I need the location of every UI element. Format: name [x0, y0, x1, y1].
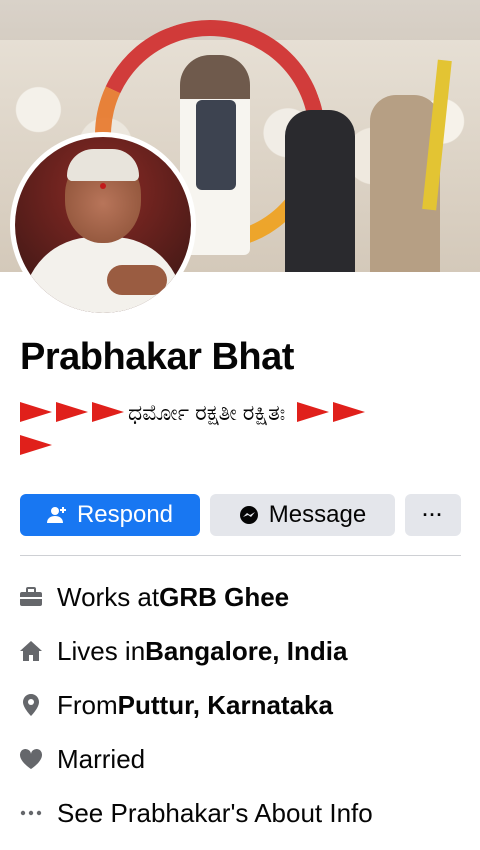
message-label: Message: [268, 501, 367, 528]
location-pin-icon: [18, 693, 44, 717]
flag-icon: [333, 402, 366, 422]
divider: [20, 555, 461, 556]
detail-lives-prefix: Lives in: [57, 635, 146, 666]
message-button[interactable]: Message: [210, 494, 395, 536]
more-options-button[interactable]: ···: [405, 494, 461, 536]
messenger-icon: [239, 505, 259, 525]
detail-relationship: Married: [18, 732, 468, 786]
detail-from-value[interactable]: Puttur, Karnataka: [118, 690, 333, 721]
bio-text: ಧರ್ಮೋ ರಕ್ಷತೀ ರಕ್ಷಿತಃ: [128, 400, 286, 425]
heart-icon: [18, 748, 44, 770]
profile-bio: ಧರ್ಮೋ ರಕ್ಷತೀ ರಕ್ಷಿತಃ: [20, 396, 460, 462]
see-about-info-link[interactable]: See Prabhakar's About Info: [18, 786, 468, 840]
detail-lives-value[interactable]: Bangalore, India: [145, 636, 347, 667]
detail-from-prefix: From: [57, 689, 118, 720]
profile-picture[interactable]: [10, 132, 196, 318]
detail-from: From Puttur, Karnataka: [18, 678, 468, 732]
more-dots-icon: ···: [422, 504, 444, 525]
avatar-hands: [107, 265, 167, 295]
flag-icon: [20, 402, 52, 422]
home-icon: [18, 640, 44, 662]
profile-name: Prabhakar Bhat: [20, 336, 294, 378]
avatar-tilak: [100, 183, 106, 189]
briefcase-icon: [18, 587, 44, 607]
respond-button[interactable]: Respond: [20, 494, 200, 536]
more-dots-icon: [18, 810, 44, 816]
cover-figure-dark-suit: [285, 110, 355, 272]
profile-actions: Respond Message ···: [20, 494, 461, 536]
detail-work: Works at GRB Ghee: [18, 570, 468, 624]
detail-relationship-text: Married: [57, 743, 146, 774]
see-about-info-label: See Prabhakar's About Info: [57, 797, 373, 828]
respond-label: Respond: [76, 501, 174, 528]
detail-work-prefix: Works at: [57, 581, 160, 612]
profile-details: Works at GRB Ghee Lives in Bangalore, In…: [18, 570, 468, 840]
detail-lives: Lives in Bangalore, India: [18, 624, 468, 678]
flag-icon: [20, 435, 52, 455]
flag-icon: [297, 402, 330, 422]
flag-icon: [56, 402, 88, 422]
avatar-hair: [67, 149, 139, 181]
detail-work-value[interactable]: GRB Ghee: [159, 582, 289, 613]
avatar: [15, 137, 191, 313]
flag-icon: [92, 402, 124, 422]
cover-vest: [196, 100, 236, 190]
friend-request-icon: [46, 506, 67, 524]
